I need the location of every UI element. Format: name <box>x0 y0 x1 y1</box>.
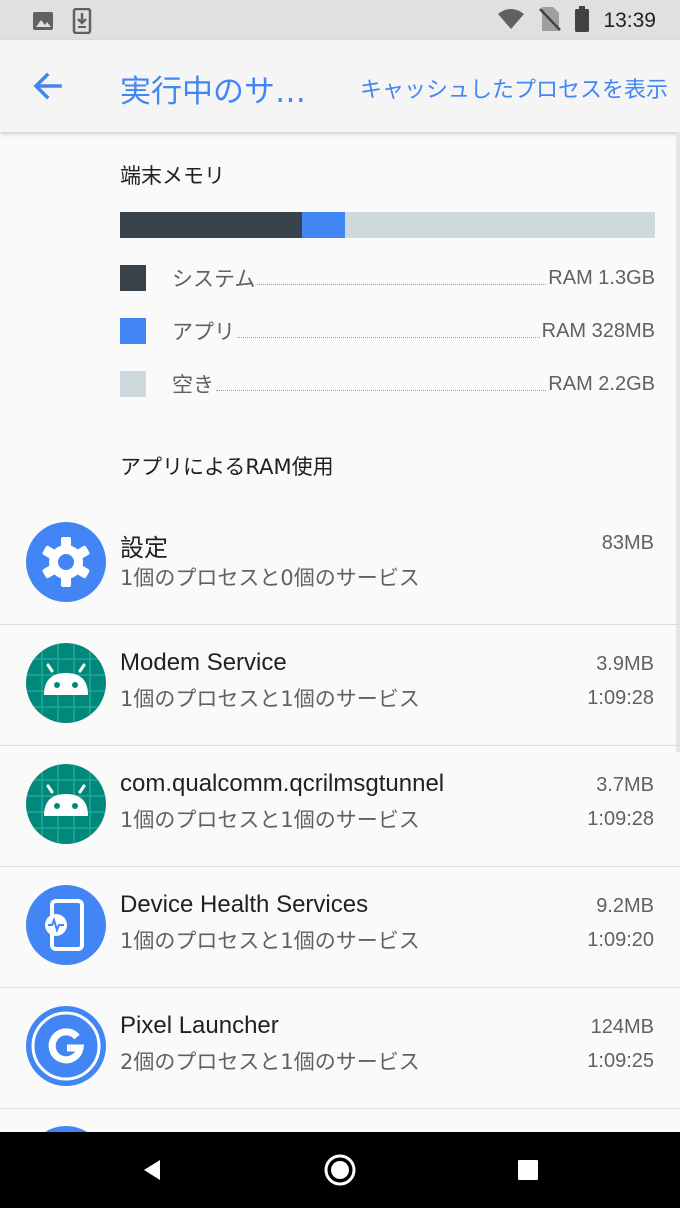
legend-swatch-free <box>120 371 146 397</box>
app-name: com.qualcomm.qcrilmsgtunnel <box>120 770 445 797</box>
legend-system: システム RAM 1.3GB <box>120 263 655 293</box>
list-item-settings[interactable]: 設定 1個のプロセスと0個のサービス 83MB <box>0 504 680 625</box>
app-detail: 1個のプロセスと1個のサービス <box>120 929 420 953</box>
app-ram-usage-title: アプリによるRAM使用 <box>120 455 334 479</box>
nav-back-icon[interactable] <box>132 1150 172 1190</box>
memory-bar-apps <box>301 212 345 238</box>
app-name: 設定 <box>120 535 168 562</box>
app-detail: 2個のプロセスと1個のサービス <box>120 1050 420 1074</box>
legend-value: RAM 328MB <box>541 319 655 342</box>
dotted-leader <box>257 284 547 285</box>
memory-usage-bar <box>120 212 655 238</box>
status-time: 13:39 <box>603 9 656 32</box>
legend-apps: アプリ RAM 328MB <box>120 316 655 346</box>
app-running-time: 1:09:28 <box>587 687 654 709</box>
app-bar: 実行中のサ… キャッシュしたプロセスを表示 <box>0 40 680 132</box>
battery-icon <box>575 6 590 36</box>
status-bar: 13:39 <box>0 0 680 40</box>
download-icon <box>72 7 92 38</box>
wifi-icon <box>497 8 525 34</box>
app-name: Device Health Services <box>120 891 369 918</box>
legend-value: RAM 2.2GB <box>548 372 655 395</box>
legend-value: RAM 1.3GB <box>548 266 655 289</box>
legend-free: 空き RAM 2.2GB <box>120 369 655 399</box>
dotted-leader <box>237 337 540 338</box>
app-detail: 1個のプロセスと0個のサービス <box>120 566 420 590</box>
page-title: 実行中のサ… <box>120 74 306 110</box>
app-running-time: 1:09:28 <box>587 808 654 830</box>
app-name: Modem Service <box>120 649 287 676</box>
back-arrow-icon[interactable] <box>28 66 68 106</box>
device-memory-title: 端末メモリ <box>120 164 225 188</box>
legend-label: 空き <box>172 373 214 397</box>
device-health-icon <box>26 885 106 965</box>
android-icon <box>26 643 106 723</box>
legend-label: アプリ <box>172 320 235 344</box>
android-icon <box>26 764 106 844</box>
list-item-qcrilmsgtunnel[interactable]: com.qualcomm.qcrilmsgtunnel 1個のプロセスと1個のサ… <box>0 746 680 867</box>
list-item-device-health-services[interactable]: Device Health Services 1個のプロセスと1個のサービス 9… <box>0 867 680 988</box>
app-name: Pixel Launcher <box>120 1012 279 1039</box>
app-size: 3.9MB <box>596 653 654 675</box>
list-item-pixel-launcher[interactable]: Pixel Launcher 2個のプロセスと1個のサービス 124MB 1:0… <box>0 988 680 1109</box>
app-size: 124MB <box>590 1016 654 1038</box>
memory-bar-system <box>120 212 302 238</box>
show-cached-processes-button[interactable]: キャッシュしたプロセスを表示 <box>360 72 668 104</box>
app-detail: 1個のプロセスと1個のサービス <box>120 808 420 832</box>
no-sim-icon <box>539 6 562 36</box>
nav-home-icon[interactable] <box>320 1150 360 1190</box>
list-item-modem-service[interactable]: Modem Service 1個のプロセスと1個のサービス 3.9MB 1:09… <box>0 625 680 746</box>
settings-gear-icon <box>26 522 106 602</box>
nav-recents-icon[interactable] <box>508 1150 548 1190</box>
app-size: 83MB <box>601 532 654 554</box>
legend-swatch-apps <box>120 318 146 344</box>
navigation-bar <box>0 1132 680 1208</box>
legend-swatch-system <box>120 265 146 291</box>
app-running-time: 1:09:20 <box>587 929 654 951</box>
image-icon <box>32 10 54 36</box>
google-g-icon <box>26 1006 106 1086</box>
dotted-leader <box>216 390 547 391</box>
app-size: 9.2MB <box>596 895 654 917</box>
app-running-time: 1:09:25 <box>587 1050 654 1072</box>
app-detail: 1個のプロセスと1個のサービス <box>120 687 420 711</box>
app-size: 3.7MB <box>596 774 654 796</box>
legend-label: システム <box>172 267 256 291</box>
